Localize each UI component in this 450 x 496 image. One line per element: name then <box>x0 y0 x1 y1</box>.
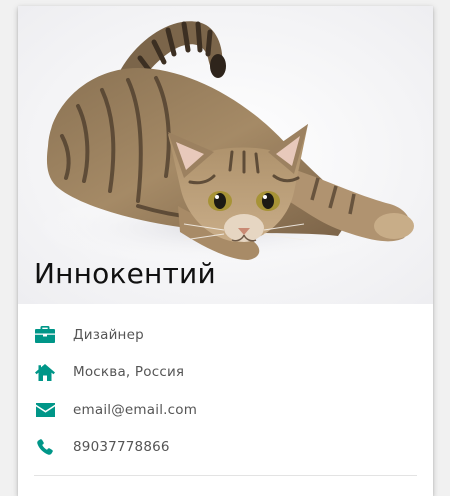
briefcase-icon <box>35 325 55 345</box>
email-link[interactable]: email@email.com <box>73 402 197 418</box>
occupation-text: Дизайнер <box>73 326 144 343</box>
profile-name: Иннокентий <box>34 257 216 290</box>
profile-photo: Иннокентий <box>18 6 433 304</box>
profile-details: Дизайнер Москва, Россия email@email.com <box>18 304 433 466</box>
phone-link[interactable]: 89037778866 <box>73 439 170 455</box>
envelope-icon <box>35 400 55 420</box>
detail-phone[interactable]: 89037778866 <box>18 429 433 467</box>
phone-icon <box>35 437 55 457</box>
profile-card: Иннокентий Дизайнер Москва, Россия email… <box>18 6 433 496</box>
detail-email[interactable]: email@email.com <box>18 391 433 429</box>
detail-occupation: Дизайнер <box>18 316 433 354</box>
location-text: Москва, Россия <box>73 364 185 381</box>
home-icon <box>35 362 55 382</box>
divider <box>34 475 417 476</box>
detail-location: Москва, Россия <box>18 354 433 392</box>
